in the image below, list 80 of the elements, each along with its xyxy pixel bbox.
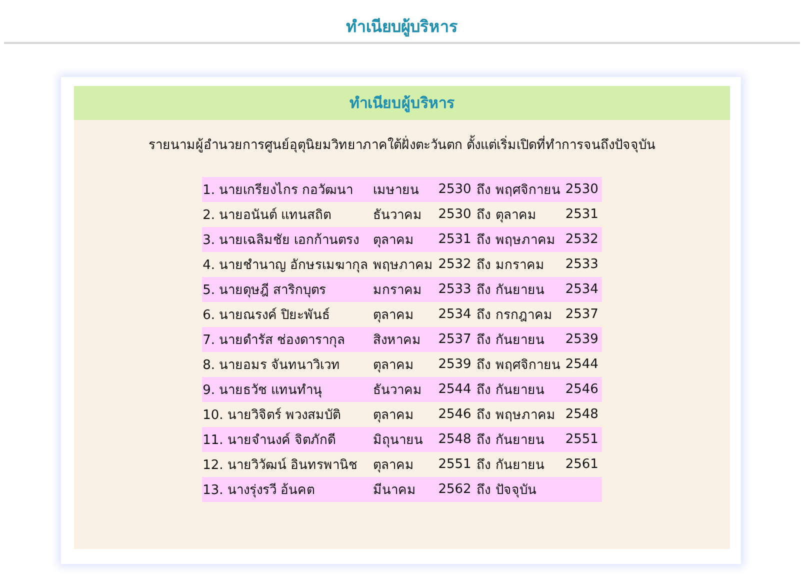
- end-month: กันยายน: [494, 452, 564, 477]
- start-year: 2537: [437, 327, 476, 352]
- to-label: ถึง: [475, 427, 494, 452]
- start-year: 2544: [437, 377, 476, 402]
- to-label: ถึง: [475, 227, 494, 252]
- person-name: 4. นายชำนาญ อักษรเมฆากุล: [202, 252, 372, 277]
- start-year: 2531: [437, 227, 476, 252]
- start-month: ตุลาคม: [372, 402, 438, 427]
- person-name: 13. นางรุ่งรวี อ้นคต: [202, 477, 372, 502]
- start-month: มิถุนายน: [372, 427, 438, 452]
- start-month: ตุลาคม: [372, 227, 438, 252]
- end-month: กันยายน: [494, 277, 564, 302]
- end-year: 2530: [564, 177, 602, 202]
- end-year: 2546: [564, 377, 602, 402]
- end-month: ปัจจุบัน: [494, 477, 564, 502]
- end-year: 2561: [564, 452, 602, 477]
- to-label: ถึง: [475, 377, 494, 402]
- to-label: ถึง: [475, 477, 494, 502]
- to-label: ถึง: [475, 452, 494, 477]
- start-year: 2530: [437, 202, 476, 227]
- end-month: พฤษภาคม: [494, 402, 564, 427]
- start-year: 2551: [437, 452, 476, 477]
- to-label: ถึง: [475, 252, 494, 277]
- end-month: พฤศจิกายน: [494, 352, 564, 377]
- to-label: ถึง: [475, 352, 494, 377]
- end-year: 2533: [564, 252, 602, 277]
- end-year: 2537: [564, 302, 602, 327]
- start-year: 2548: [437, 427, 476, 452]
- start-month: ตุลาคม: [372, 352, 438, 377]
- card-header: ทำเนียบผู้บริหาร: [74, 86, 730, 120]
- to-label: ถึง: [475, 302, 494, 327]
- page-title: ทำเนียบผู้บริหาร: [346, 17, 458, 36]
- start-month: มกราคม: [372, 277, 438, 302]
- start-month: ตุลาคม: [372, 302, 438, 327]
- to-label: ถึง: [475, 202, 494, 227]
- start-year: 2539: [437, 352, 476, 377]
- end-year: 2534: [564, 277, 602, 302]
- end-month: ตุลาคม: [494, 202, 564, 227]
- subtitle: รายนามผู้อำนวยการศูนย์อุตุนิยมวิทยาภาคใต้ฝั่งตะวันตก ตั้งแต่เริ่มเปิดที่ทำการจนถึงปัจจุบัน: [148, 134, 656, 155]
- to-label: ถึง: [475, 402, 494, 427]
- end-year: 2532: [564, 227, 602, 252]
- start-year: 2530: [437, 177, 476, 202]
- person-name: 7. นายดำรัส ช่องดารากุล: [202, 327, 372, 352]
- end-month: กรกฎาคม: [494, 302, 564, 327]
- start-month: ธันวาคม: [372, 202, 438, 227]
- start-month: ธันวาคม: [372, 377, 438, 402]
- to-label: ถึง: [475, 177, 494, 202]
- person-name: 1. นายเกรียงไกร กอวัฒนา: [202, 177, 372, 202]
- person-name: 8. นายอมร จันทนาวิเวท: [202, 352, 372, 377]
- start-year: 2532: [437, 252, 476, 277]
- end-month: พฤศจิกายน: [494, 177, 564, 202]
- person-name: 10. นายวิจิตร์ พวงสมบัติ: [202, 402, 372, 427]
- end-year: 2544: [564, 352, 602, 377]
- person-name: 12. นายวิวัฒน์ อินทรพานิช: [202, 452, 372, 477]
- end-year: 2551: [564, 427, 602, 452]
- end-month: มกราคม: [494, 252, 564, 277]
- person-name: 2. นายอนันต์ แทนสถิต: [202, 202, 372, 227]
- end-month: พฤษภาคม: [494, 227, 564, 252]
- start-month: พฤษภาคม: [372, 252, 438, 277]
- end-year: 2531: [564, 202, 602, 227]
- person-name: 3. นายเฉลิมชัย เอกก้านตรง: [202, 227, 372, 252]
- to-label: ถึง: [475, 327, 494, 352]
- end-year: 2539: [564, 327, 602, 352]
- start-month: มีนาคม: [372, 477, 438, 502]
- start-month: ตุลาคม: [372, 452, 438, 477]
- start-year: 2562: [437, 477, 476, 502]
- end-month: กันยายน: [494, 377, 564, 402]
- end-month: กันยายน: [494, 427, 564, 452]
- person-name: 9. นายธวัช แทนทำนุ: [202, 377, 372, 402]
- start-year: 2546: [437, 402, 476, 427]
- to-label: ถึง: [475, 277, 494, 302]
- start-month: สิงหาคม: [372, 327, 438, 352]
- start-month: เมษายน: [372, 177, 438, 202]
- end-month: กันยายน: [494, 327, 564, 352]
- person-name: 6. นายณรงค์ ปิยะพันธ์: [202, 302, 372, 327]
- person-name: 5. นายดุษฎี สาริกบุตร: [202, 277, 372, 302]
- start-year: 2533: [437, 277, 476, 302]
- start-year: 2534: [437, 302, 476, 327]
- end-year: 2548: [564, 402, 602, 427]
- person-name: 11. นายจำนงค์ จิตภักดี: [202, 427, 372, 452]
